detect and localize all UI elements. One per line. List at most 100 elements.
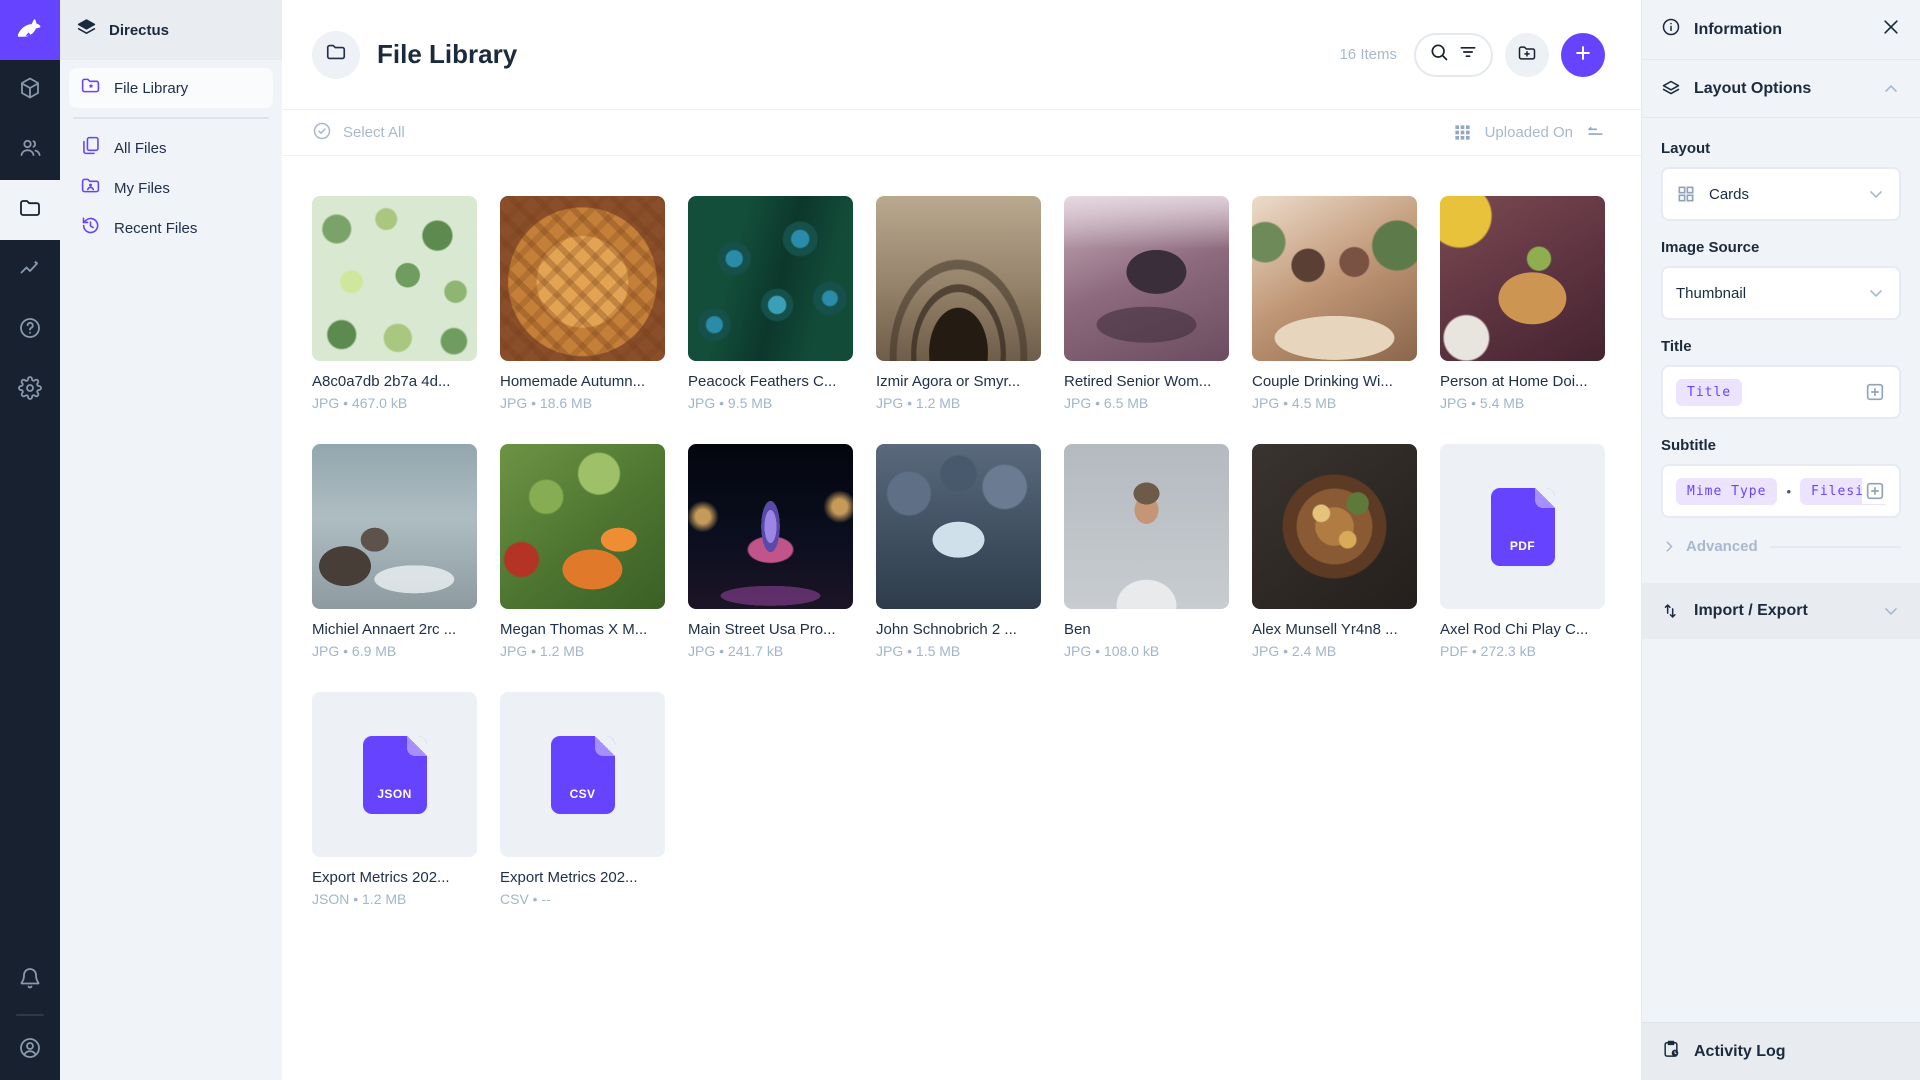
module-settings-button[interactable] [0,360,60,420]
page-title: File Library [377,39,517,70]
page-icon-button[interactable] [312,31,360,79]
grid-layout-icon[interactable] [1453,123,1472,142]
image-source-select[interactable]: Thumbnail [1661,266,1901,320]
chevron-down-icon [1866,283,1886,303]
nav-item-my-files[interactable]: My Files [69,168,273,208]
subtitle-chips: Mime Type • Filesize [1676,478,1886,505]
file-title: Export Metrics 202... [500,869,665,886]
file-card[interactable]: Person at Home Doi... JPG • 5.4 MB [1440,196,1605,411]
file-thumbnail [1252,444,1417,609]
search-bar[interactable] [1414,33,1493,77]
file-grid: A8c0a7db 2b7a 4d... JPG • 467.0 kB Homem… [282,156,1641,947]
chevron-up-icon [1881,79,1901,99]
file-title: Axel Rod Chi Play C... [1440,621,1605,638]
module-users-button[interactable] [0,120,60,180]
module-help-button[interactable] [0,300,60,360]
file-card[interactable]: John Schnobrich 2 ... JPG • 1.5 MB [876,444,1041,659]
file-card[interactable]: Megan Thomas X M... JPG • 1.2 MB [500,444,665,659]
image-source-field-label: Image Source [1661,239,1901,256]
cube-icon [18,76,42,105]
title-chip[interactable]: Title [1676,379,1742,406]
file-thumbnail: JSON [312,692,477,857]
module-bar-divider [16,1014,44,1016]
sort-field-button[interactable]: Uploaded On [1485,124,1573,141]
chevron-down-icon [1881,601,1901,621]
layout-field-label: Layout [1661,140,1901,157]
file-card[interactable]: Izmir Agora or Smyr... JPG • 1.2 MB [876,196,1041,411]
file-meta: JPG • 6.9 MB [312,643,477,659]
advanced-toggle[interactable]: Advanced [1661,538,1901,555]
nav-divider [73,117,269,119]
notifications-button[interactable] [0,950,60,1010]
close-icon[interactable] [1881,17,1901,42]
main-content: File Library 16 Items Select All Uploade… [282,0,1641,1080]
file-meta: CSV • -- [500,891,665,907]
file-meta: JPG • 1.2 MB [500,643,665,659]
nav-item-label: All Files [114,140,167,157]
file-grid-scroll[interactable]: A8c0a7db 2b7a 4d... JPG • 467.0 kB Homem… [282,156,1641,1080]
circle-check-icon [312,121,332,145]
filter-icon[interactable] [1458,42,1478,67]
search-icon[interactable] [1429,42,1449,67]
add-field-button[interactable] [1862,478,1888,504]
module-content-button[interactable] [0,60,60,120]
file-title: Main Street Usa Pro... [688,621,853,638]
sort-direction-icon[interactable] [1586,123,1605,142]
file-thumbnail [1252,196,1417,361]
file-thumbnail: CSV [500,692,665,857]
file-card[interactable]: A8c0a7db 2b7a 4d... JPG • 467.0 kB [312,196,477,411]
file-thumbnail [688,444,853,609]
advanced-label: Advanced [1686,538,1758,555]
mime-type-chip[interactable]: Mime Type [1676,478,1777,505]
file-thumbnail [876,444,1041,609]
file-card[interactable]: Peacock Feathers C... JPG • 9.5 MB [688,196,853,411]
folder-star-icon [80,75,101,101]
select-all-button[interactable]: Select All [312,121,405,145]
title-template-field[interactable]: Title [1661,365,1901,419]
file-card[interactable]: Couple Drinking Wi... JPG • 4.5 MB [1252,196,1417,411]
chevron-down-icon [1866,184,1886,204]
file-card[interactable]: Homemade Autumn... JPG • 18.6 MB [500,196,665,411]
layout-select[interactable]: Cards [1661,167,1901,221]
upload-file-button[interactable] [1561,33,1605,77]
file-thumbnail [500,196,665,361]
module-files-button[interactable] [0,180,60,240]
chip-separator: • [1786,484,1791,499]
document-fold [595,736,615,756]
user-menu-button[interactable] [0,1020,60,1080]
file-card[interactable]: Ben JPG • 108.0 kB [1064,444,1229,659]
project-header[interactable]: Directus [60,0,282,60]
file-card[interactable]: JSON Export Metrics 202... JSON • 1.2 MB [312,692,477,907]
page-header: File Library 16 Items [282,0,1641,109]
nav-item-all-files[interactable]: All Files [69,128,273,168]
new-folder-button[interactable] [1505,33,1549,77]
file-thumbnail [876,196,1041,361]
advanced-divider [1770,546,1901,548]
file-card[interactable]: Michiel Annaert 2rc ... JPG • 6.9 MB [312,444,477,659]
user-circle-icon [18,1036,42,1065]
layout-options-label: Layout Options [1694,80,1868,98]
file-meta: JPG • 9.5 MB [688,395,853,411]
file-card[interactable]: Alex Munsell Yr4n8 ... JPG • 2.4 MB [1252,444,1417,659]
file-title: Couple Drinking Wi... [1252,373,1417,390]
document-type-label: CSV [570,787,596,801]
layers-icon [1661,79,1681,99]
items-count: 16 Items [1339,46,1397,63]
file-meta: JPG • 1.2 MB [876,395,1041,411]
add-field-button[interactable] [1862,379,1888,405]
layout-options-accordion[interactable]: Layout Options [1642,60,1920,118]
subtitle-template-field[interactable]: Mime Type • Filesize [1661,464,1901,518]
nav-item-file-library[interactable]: File Library [69,68,273,108]
file-meta: PDF • 272.3 kB [1440,643,1605,659]
nav-item-recent-files[interactable]: Recent Files [69,208,273,248]
activity-log-button[interactable]: Activity Log [1642,1022,1920,1080]
file-card[interactable]: Main Street Usa Pro... JPG • 241.7 kB [688,444,853,659]
users-icon [18,136,42,165]
module-insights-button[interactable] [0,240,60,300]
directus-logo[interactable] [0,0,60,60]
file-card[interactable]: CSV Export Metrics 202... CSV • -- [500,692,665,907]
import-export-accordion[interactable]: Import / Export [1642,583,1920,639]
file-card[interactable]: PDF Axel Rod Chi Play C... PDF • 272.3 k… [1440,444,1605,659]
file-card[interactable]: Retired Senior Wom... JPG • 6.5 MB [1064,196,1229,411]
document-icon: PDF [1491,488,1555,566]
